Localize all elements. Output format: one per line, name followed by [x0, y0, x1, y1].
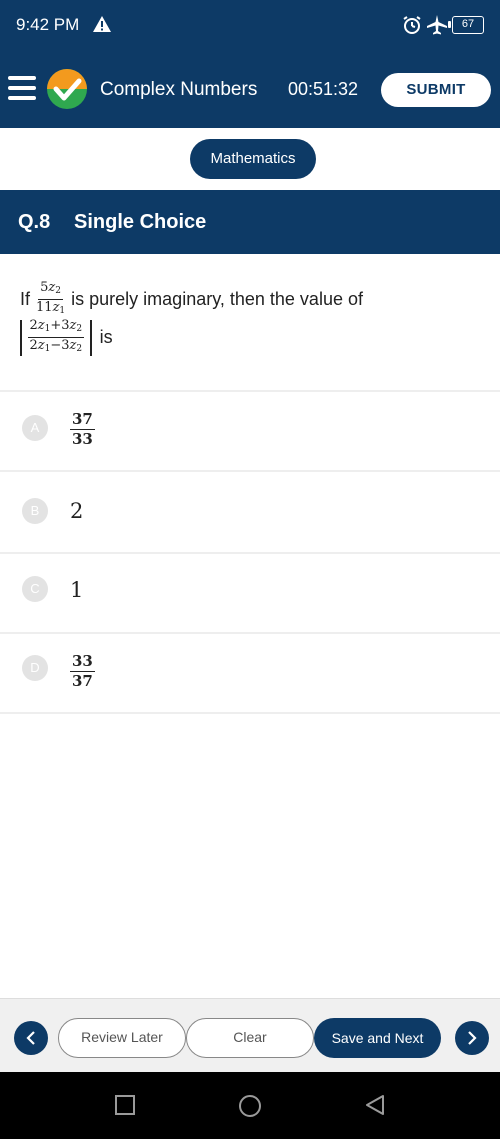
abs-bar-right	[90, 319, 92, 356]
system-nav-bar	[0, 1072, 500, 1139]
question-fraction-2: 2z1+3z2 2z1−3z2	[27, 318, 85, 357]
question-type: Single Choice	[74, 211, 207, 233]
logo-check-icon	[47, 69, 87, 109]
option-letter: D	[22, 655, 48, 681]
fraction1-denominator: 11z1	[36, 300, 66, 316]
option-b[interactable]: B 2	[0, 474, 500, 554]
status-bar: 9:42 PM 67	[0, 0, 500, 52]
alarm-icon	[403, 16, 421, 34]
fraction2-denominator: 2z1−3z2	[29, 338, 83, 354]
option-letter: A	[22, 415, 48, 441]
option-value: 1	[70, 578, 84, 602]
question-number: Q.8	[18, 211, 51, 233]
exam-timer: 00:51:32	[288, 79, 359, 99]
warning-icon	[93, 16, 111, 32]
option-letter: C	[22, 576, 48, 602]
question-line-1: If 5z2 11z1 is purely imaginary, then th…	[20, 280, 363, 319]
option-numerator: 33	[70, 652, 95, 672]
chevron-left-icon	[26, 1031, 35, 1045]
previous-button[interactable]	[14, 1021, 48, 1055]
app-header: Complex Numbers 00:51:32 SUBMIT	[0, 52, 500, 128]
circle-nav-icon[interactable]	[238, 1094, 262, 1118]
option-d[interactable]: D 33 37	[0, 634, 500, 714]
review-later-button[interactable]: Review Later	[58, 1018, 186, 1058]
option-value: 33 37	[70, 652, 95, 691]
option-value: 37 33	[70, 410, 95, 449]
option-value: 2	[70, 499, 84, 523]
question-text-prefix: If	[20, 289, 31, 309]
option-denominator: 37	[72, 672, 93, 690]
next-button[interactable]	[455, 1021, 489, 1055]
battery-level: 67	[461, 18, 475, 30]
triangle-nav-icon[interactable]	[364, 1094, 386, 1116]
subject-band: Mathematics	[0, 128, 500, 190]
abs-bar-left	[20, 319, 22, 356]
menu-icon[interactable]	[8, 70, 36, 104]
battery-icon: 67	[448, 16, 484, 34]
chevron-right-icon	[468, 1031, 477, 1045]
submit-button[interactable]: SUBMIT	[381, 73, 491, 107]
fraction1-numerator: 5z2	[38, 280, 64, 300]
subject-pill[interactable]: Mathematics	[190, 139, 316, 179]
question-body: If 5z2 11z1 is purely imaginary, then th…	[0, 254, 500, 392]
airplane-icon	[427, 15, 447, 35]
status-time: 9:42 PM	[16, 15, 80, 34]
option-letter: B	[22, 498, 48, 524]
question-fraction-1: 5z2 11z1	[34, 280, 67, 319]
question-text-middle: is purely imaginary, then the value of	[71, 289, 363, 309]
bottom-action-bar: Review Later Clear Save and Next	[0, 998, 500, 1072]
question-line-2: 2z1+3z2 2z1−3z2 is	[18, 318, 113, 357]
question-header: Q.8 Single Choice	[0, 190, 500, 254]
fraction2-numerator: 2z1+3z2	[27, 318, 85, 338]
clear-button[interactable]: Clear	[186, 1018, 314, 1058]
option-denominator: 33	[72, 430, 93, 448]
square-nav-icon[interactable]	[114, 1094, 136, 1116]
save-and-next-button[interactable]: Save and Next	[314, 1018, 441, 1058]
option-numerator: 37	[70, 410, 95, 430]
option-a[interactable]: A 37 33	[0, 392, 500, 472]
page-title: Complex Numbers	[100, 79, 258, 100]
option-c[interactable]: C 1	[0, 554, 500, 634]
question-text-suffix: is	[99, 327, 113, 347]
